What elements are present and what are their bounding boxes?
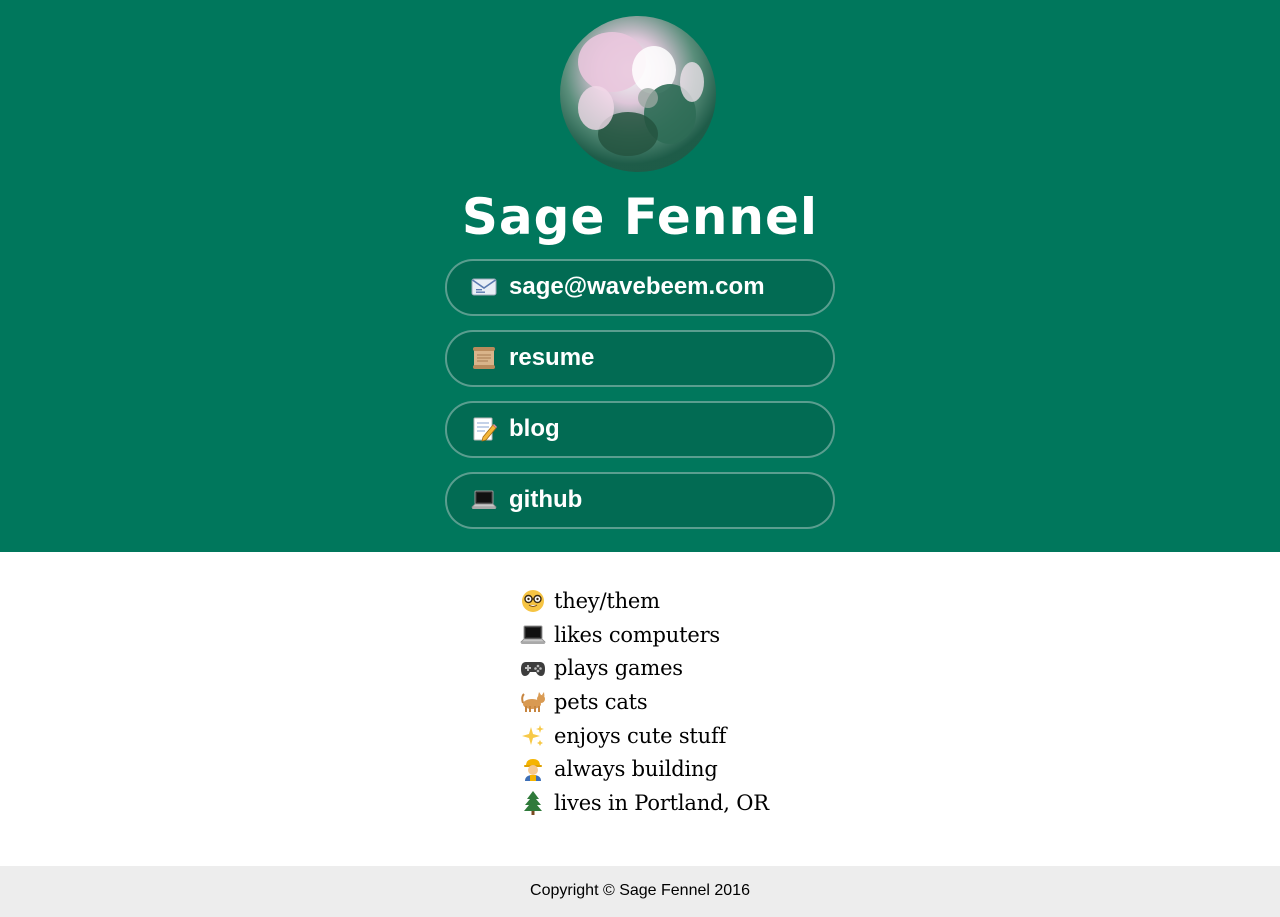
scroll-icon	[473, 347, 495, 369]
cat-icon	[521, 691, 545, 712]
resume-link-button[interactable]: resume	[445, 330, 835, 387]
email-link-label: sage@wavebeem.com	[509, 273, 765, 300]
list-item: always building	[520, 752, 940, 786]
about-list: they/them likes computers plays games pe…	[520, 584, 940, 820]
laptop-icon	[471, 490, 497, 509]
game-controller-icon	[521, 662, 545, 677]
sparkles-icon	[522, 724, 544, 746]
evergreen-tree-icon	[524, 790, 542, 815]
list-item: likes computers	[520, 618, 940, 652]
list-item: they/them	[520, 584, 940, 618]
github-link-button[interactable]: github	[445, 472, 835, 529]
list-item: enjoys cute stuff	[520, 719, 940, 753]
resume-link-label: resume	[509, 344, 595, 371]
fact-text: enjoys cute stuff	[554, 723, 727, 748]
list-item: plays games	[520, 651, 940, 685]
email-link-button[interactable]: sage@wavebeem.com	[445, 259, 835, 316]
construction-worker-icon	[524, 759, 542, 782]
list-item: lives in Portland, OR	[520, 786, 940, 820]
fact-text: always building	[554, 757, 718, 782]
footer: Copyright © Sage Fennel 2016	[0, 866, 1280, 917]
fact-text: they/them	[554, 588, 660, 613]
copyright-text: Copyright © Sage Fennel 2016	[530, 882, 750, 899]
profile-header: Sage Fennel sage@wavebeem.com resume blo…	[0, 0, 1280, 552]
page-title: Sage Fennel	[461, 188, 819, 246]
fact-text: likes computers	[554, 622, 721, 647]
list-item: pets cats	[520, 685, 940, 719]
fact-text: lives in Portland, OR	[554, 790, 769, 815]
memo-icon	[473, 417, 497, 442]
fact-text: pets cats	[554, 689, 648, 714]
blog-link-button[interactable]: blog	[445, 401, 835, 458]
nerd-face-icon	[522, 589, 544, 612]
github-link-label: github	[509, 486, 583, 513]
laptop-icon	[520, 625, 546, 644]
fact-text: plays games	[554, 656, 683, 681]
avatar	[560, 16, 716, 172]
blog-link-label: blog	[509, 415, 560, 442]
envelope-icon	[471, 278, 497, 296]
